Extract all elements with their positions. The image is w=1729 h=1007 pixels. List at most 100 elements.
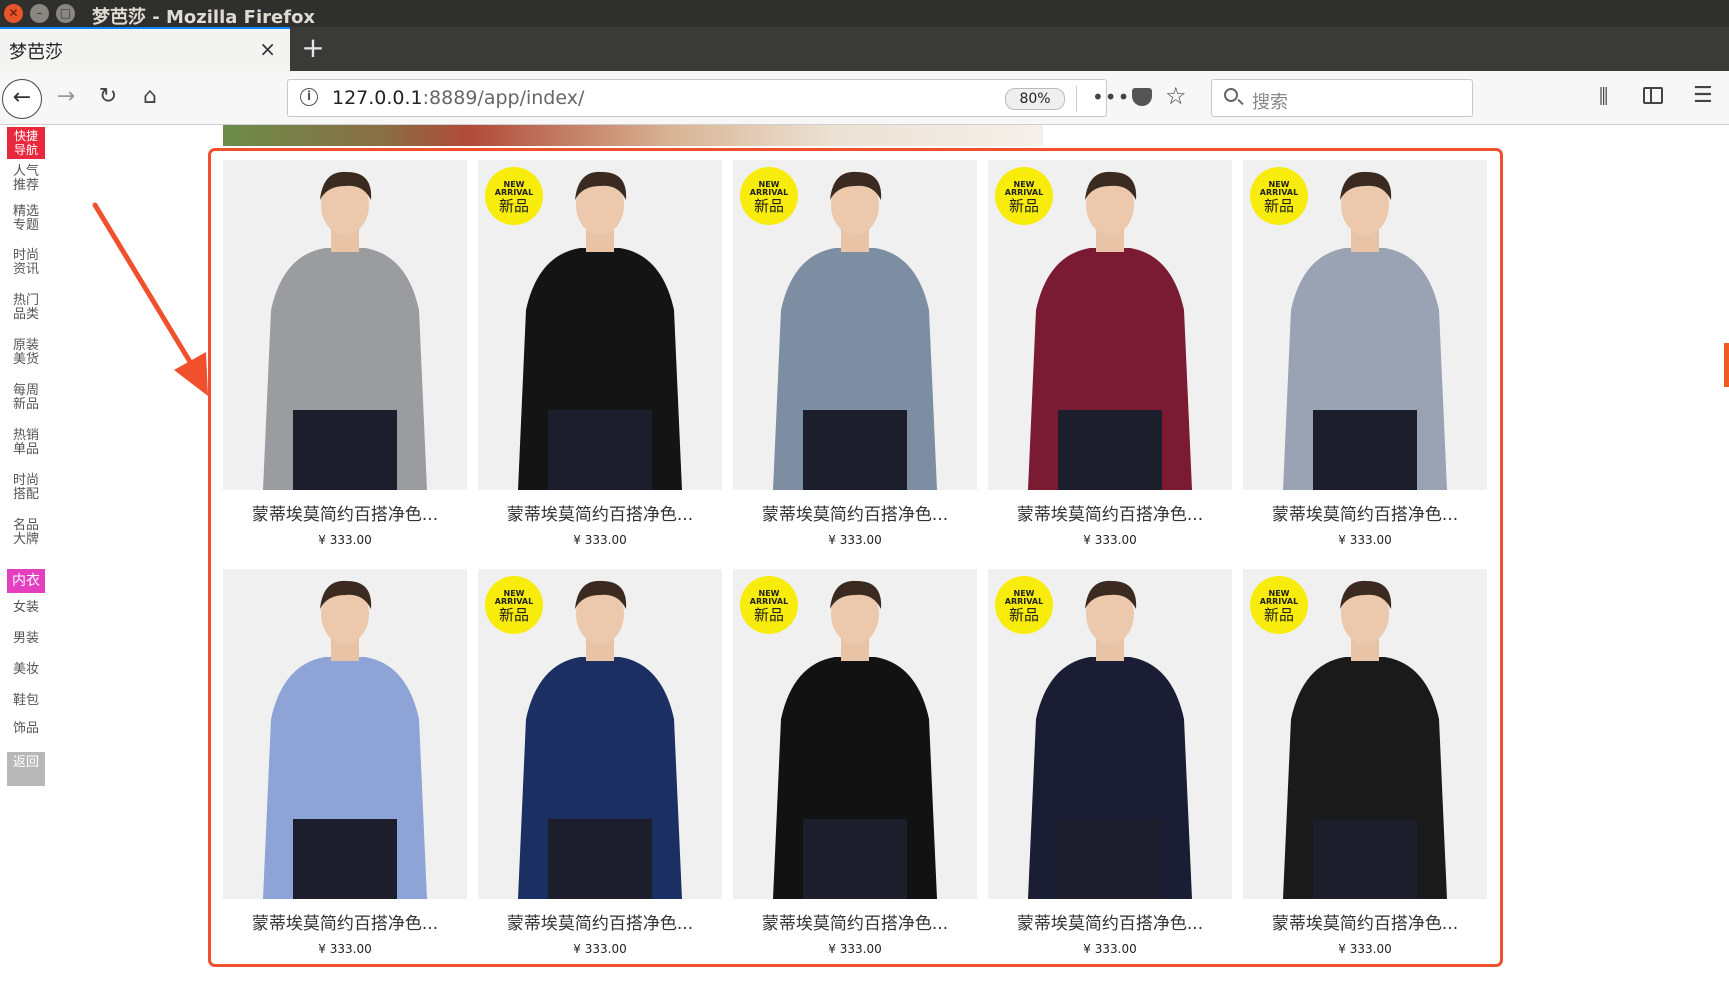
left-nav-item[interactable]: 内衣 xyxy=(7,569,45,593)
url-divider xyxy=(1076,86,1077,112)
menu-icon[interactable]: ☰ xyxy=(1693,85,1713,107)
scrollbar-marker[interactable] xyxy=(1724,343,1729,387)
left-nav-item[interactable]: 快捷导航 xyxy=(7,127,45,159)
product-image[interactable]: NEW ARRIVAL 新品 xyxy=(988,569,1232,899)
left-nav-item[interactable]: 热销单品 xyxy=(7,429,45,457)
pocket-icon[interactable] xyxy=(1132,88,1152,106)
window-maximize-icon[interactable]: □ xyxy=(56,4,75,23)
left-nav-item[interactable]: 原装美货 xyxy=(7,339,45,367)
product-price: ¥ 333.00 xyxy=(318,533,372,547)
sidebar-toggle-icon[interactable] xyxy=(1643,87,1663,104)
info-icon[interactable]: i xyxy=(300,88,318,106)
tab-bar: 梦芭莎 × + xyxy=(0,27,1729,71)
left-nav-item[interactable]: 男装 xyxy=(7,632,45,646)
left-nav-item[interactable]: 热门品类 xyxy=(7,294,45,322)
badge-main-label: 新品 xyxy=(753,197,784,215)
left-nav-item[interactable]: 精选专题 xyxy=(7,205,45,233)
reload-button[interactable]: ↻ xyxy=(95,84,121,110)
product-price: ¥ 333.00 xyxy=(573,942,627,956)
left-nav-item[interactable]: 返回 xyxy=(7,752,45,786)
product-price: ¥ 333.00 xyxy=(828,942,882,956)
product-name[interactable]: 蒙蒂埃莫简约百搭净色... xyxy=(223,500,467,525)
product-image[interactable]: NEW ARRIVAL 新品 xyxy=(733,160,977,490)
left-nav-item[interactable]: 人气推荐 xyxy=(7,165,45,193)
badge-top-label: NEW ARRIVAL xyxy=(749,589,789,606)
product-name[interactable]: 蒙蒂埃莫简约百搭净色... xyxy=(733,909,977,934)
product-image[interactable]: NEW ARRIVAL 新品 xyxy=(988,160,1232,490)
left-nav-label: 每周新品 xyxy=(12,383,39,412)
url-text[interactable]: 127.0.0.1:8889/app/index/ xyxy=(332,87,584,109)
search-placeholder: 搜索 xyxy=(1252,92,1288,113)
left-nav-item[interactable]: 每周新品 xyxy=(7,384,45,412)
zoom-indicator[interactable]: 80% xyxy=(1005,88,1065,110)
product-image[interactable]: NEW ARRIVAL 新品 xyxy=(478,160,722,490)
badge-main-label: 新品 xyxy=(1008,606,1039,624)
left-nav-item[interactable]: 女装 xyxy=(7,601,45,615)
product-name[interactable]: 蒙蒂埃莫简约百搭净色... xyxy=(733,500,977,525)
product-image[interactable]: NEW ARRIVAL 新品 xyxy=(1243,569,1487,899)
new-arrival-badge: NEW ARRIVAL 新品 xyxy=(740,167,798,225)
product-image[interactable]: NEW ARRIVAL 新品 xyxy=(733,569,977,899)
forward-button[interactable]: → xyxy=(53,84,79,110)
badge-top-label: NEW ARRIVAL xyxy=(1004,589,1044,606)
new-tab-button[interactable]: + xyxy=(298,31,328,65)
badge-top-label: NEW ARRIVAL xyxy=(494,180,534,197)
new-arrival-badge: NEW ARRIVAL 新品 xyxy=(485,576,543,634)
left-nav-label: 人气推荐 xyxy=(12,164,39,193)
product-image[interactable]: NEW ARRIVAL 新品 xyxy=(1243,160,1487,490)
window-minimize-icon[interactable]: – xyxy=(30,4,49,23)
left-nav-label: 时尚搭配 xyxy=(12,473,39,502)
product-name[interactable]: 蒙蒂埃莫简约百搭净色... xyxy=(478,909,722,934)
tab-close-icon[interactable]: × xyxy=(259,37,276,61)
product-name[interactable]: 蒙蒂埃莫简约百搭净色... xyxy=(1243,500,1487,525)
badge-top-label: NEW ARRIVAL xyxy=(749,180,789,197)
product-name[interactable]: 蒙蒂埃莫简约百搭净色... xyxy=(988,909,1232,934)
library-icon[interactable]: ⫼ xyxy=(1599,85,1608,107)
window-close-icon[interactable]: ✕ xyxy=(4,4,23,23)
bookmark-star-icon[interactable]: ☆ xyxy=(1165,82,1187,110)
left-nav-label: 时尚资讯 xyxy=(12,248,39,277)
badge-main-label: 新品 xyxy=(753,606,784,624)
badge-top-label: NEW ARRIVAL xyxy=(1259,589,1299,606)
product-name[interactable]: 蒙蒂埃莫简约百搭净色... xyxy=(223,909,467,934)
badge-main-label: 新品 xyxy=(1263,606,1294,624)
new-arrival-badge: NEW ARRIVAL 新品 xyxy=(485,167,543,225)
badge-main-label: 新品 xyxy=(1263,197,1294,215)
left-nav-label: 名品大牌 xyxy=(12,518,39,547)
left-nav-item[interactable]: 饰品 xyxy=(7,722,45,736)
new-arrival-badge: NEW ARRIVAL 新品 xyxy=(995,167,1053,225)
product-name[interactable]: 蒙蒂埃莫简约百搭净色... xyxy=(1243,909,1487,934)
left-nav-item[interactable]: 美妆 xyxy=(7,663,45,677)
left-nav-item[interactable]: 鞋包 xyxy=(7,694,45,708)
product-name[interactable]: 蒙蒂埃莫简约百搭净色... xyxy=(478,500,722,525)
product-name[interactable]: 蒙蒂埃莫简约百搭净色... xyxy=(988,500,1232,525)
left-nav-label: 热门品类 xyxy=(12,293,39,322)
page-content: 快捷导航人气推荐精选专题时尚资讯热门品类原装美货每周新品热销单品时尚搭配名品大牌… xyxy=(0,125,1729,1007)
window-titlebar: ✕ – □ 梦芭莎 - Mozilla Firefox xyxy=(0,0,1729,28)
product-price: ¥ 333.00 xyxy=(1338,942,1392,956)
product-image[interactable]: NEW ARRIVAL 新品 xyxy=(478,569,722,899)
home-button[interactable]: ⌂ xyxy=(137,84,163,110)
product-image[interactable] xyxy=(223,160,467,490)
tab-active[interactable]: 梦芭莎 × xyxy=(0,27,290,71)
product-price: ¥ 333.00 xyxy=(1083,942,1137,956)
badge-top-label: NEW ARRIVAL xyxy=(1004,180,1044,197)
new-arrival-badge: NEW ARRIVAL 新品 xyxy=(995,576,1053,634)
product-image[interactable] xyxy=(223,569,467,899)
product-price: ¥ 333.00 xyxy=(1083,533,1137,547)
banner-image[interactable] xyxy=(223,125,1043,146)
left-nav-item[interactable]: 名品大牌 xyxy=(7,519,45,547)
page-actions-icon[interactable]: ••• xyxy=(1092,85,1130,109)
left-nav-label: 精选专题 xyxy=(12,204,39,233)
badge-top-label: NEW ARRIVAL xyxy=(494,589,534,606)
badge-top-label: NEW ARRIVAL xyxy=(1259,180,1299,197)
left-nav-item[interactable]: 时尚搭配 xyxy=(7,474,45,502)
url-bar[interactable]: i 127.0.0.1:8889/app/index/ 80% ••• ☆ xyxy=(287,79,1187,117)
product-price: ¥ 333.00 xyxy=(1338,533,1392,547)
product-price: ¥ 333.00 xyxy=(318,942,372,956)
search-input[interactable]: 搜索 xyxy=(1211,79,1473,117)
url-host: 127.0.0.1 xyxy=(332,87,423,109)
left-nav-item[interactable]: 时尚资讯 xyxy=(7,249,45,277)
back-button[interactable]: ← xyxy=(2,79,42,119)
navigation-toolbar: ← → ↻ ⌂ i 127.0.0.1:8889/app/index/ 80% … xyxy=(0,71,1729,125)
